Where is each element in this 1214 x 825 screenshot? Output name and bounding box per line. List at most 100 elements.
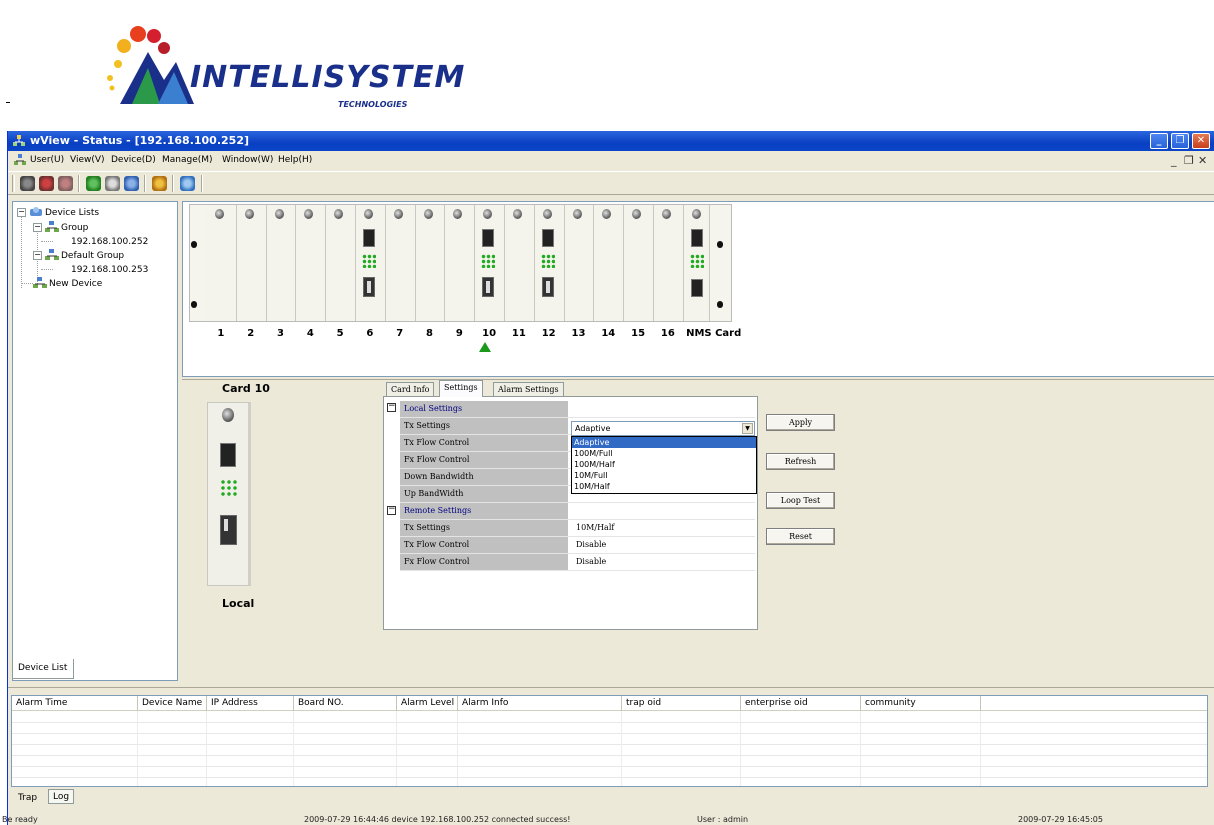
table-row[interactable] <box>12 723 1207 734</box>
table-row[interactable] <box>12 756 1207 767</box>
minimize-button[interactable]: _ <box>1150 133 1168 149</box>
close-button[interactable]: ✕ <box>1192 133 1210 149</box>
reset-button[interactable]: Reset <box>766 528 835 545</box>
tree-group-toggle[interactable]: − <box>33 223 42 232</box>
table-row[interactable] <box>12 767 1207 778</box>
column-header[interactable]: Alarm Level <box>397 696 458 711</box>
card-side-label: Local <box>222 597 255 610</box>
column-header[interactable]: Alarm Info <box>458 696 622 711</box>
rack-slot-15[interactable] <box>624 205 654 321</box>
menu-user[interactable]: User(U) <box>30 155 64 165</box>
loop-test-button[interactable]: Loop Test <box>766 492 835 509</box>
apply-button[interactable]: Apply <box>766 414 835 431</box>
menu-device[interactable]: Device(D) <box>111 155 156 165</box>
menu-window[interactable]: Window(W) <box>222 155 273 165</box>
menu-help[interactable]: Help(H) <box>278 155 312 165</box>
refresh-icon[interactable] <box>105 176 120 191</box>
tree-item-default-group[interactable]: Default Group <box>61 251 124 261</box>
mdi-restore-button[interactable]: ❐ <box>1184 154 1194 167</box>
column-divider <box>980 711 981 786</box>
mdi-close-button[interactable]: ✕ <box>1198 154 1207 167</box>
option-100m-half[interactable]: 100M/Half <box>572 459 756 470</box>
maximize-button[interactable]: ❐ <box>1171 133 1189 149</box>
rack-slot-1[interactable] <box>207 205 237 321</box>
option-100m-full[interactable]: 100M/Full <box>572 448 756 459</box>
label-remote-tx-settings: Tx Settings <box>400 520 568 536</box>
tree-item-device-253[interactable]: 192.168.100.253 <box>71 265 148 275</box>
slot-screw-icon <box>602 209 612 219</box>
tree-item-new-device[interactable]: New Device <box>49 279 102 289</box>
add-device-icon[interactable] <box>58 176 73 191</box>
forward-icon[interactable] <box>86 176 101 191</box>
tab-settings[interactable]: Settings <box>439 380 483 397</box>
slot-rj45-port <box>541 229 554 247</box>
tx-settings-select[interactable]: Adaptive ▼ <box>571 421 755 436</box>
connect-icon[interactable] <box>20 176 35 191</box>
column-header[interactable]: Alarm Time <box>12 696 138 711</box>
tree-collapse-toggle[interactable]: − <box>17 208 26 217</box>
toolbar-grip[interactable] <box>12 175 15 192</box>
option-10m-full[interactable]: 10M/Full <box>572 470 756 481</box>
tab-device-list[interactable]: Device List <box>12 659 74 679</box>
column-header[interactable]: enterprise oid <box>741 696 861 711</box>
search-icon[interactable] <box>124 176 139 191</box>
tab-trap[interactable]: Trap <box>14 791 41 806</box>
tree-item-device-252[interactable]: 192.168.100.252 <box>71 237 148 247</box>
row-remote-tx-settings[interactable]: Tx Settings 10M/Half <box>400 520 755 537</box>
rack-slot-9[interactable] <box>445 205 476 321</box>
slot-rj45-port <box>363 229 375 247</box>
rack-slot-8[interactable] <box>415 205 446 321</box>
rack-slot-nms-card[interactable] <box>683 205 710 321</box>
table-row[interactable] <box>12 778 1207 786</box>
tab-alarm-settings[interactable]: Alarm Settings <box>493 382 564 397</box>
rack-slot-2[interactable] <box>236 205 267 321</box>
card-title: Card 10 <box>222 382 270 395</box>
table-row[interactable] <box>12 745 1207 756</box>
menu-view[interactable]: View(V) <box>70 155 105 165</box>
default-group-icon <box>45 249 59 260</box>
rack-slot-12[interactable] <box>534 205 565 321</box>
column-header[interactable]: Board NO. <box>294 696 397 711</box>
rack-slot-4[interactable] <box>296 205 327 321</box>
tree-item-group[interactable]: Group <box>61 223 88 233</box>
horizontal-splitter[interactable] <box>182 377 1214 380</box>
rack-slot-10[interactable] <box>475 205 505 321</box>
row-remote-settings[interactable]: Remote Settings <box>400 503 755 520</box>
mdi-minimize-button[interactable]: _ <box>1171 154 1177 167</box>
rack-slot-5[interactable] <box>326 205 356 321</box>
disconnect-icon[interactable] <box>39 176 54 191</box>
column-header[interactable]: community <box>861 696 981 711</box>
row-local-settings[interactable]: Local Settings <box>400 401 755 418</box>
rack-slot-7[interactable] <box>385 205 416 321</box>
row-remote-tx-flow[interactable]: Tx Flow Control Disable <box>400 537 755 554</box>
option-adaptive[interactable]: Adaptive <box>572 437 756 448</box>
column-header[interactable]: Device Name <box>138 696 207 711</box>
column-header[interactable]: IP Address <box>207 696 294 711</box>
title-bar[interactable]: wView - Status - [192.168.100.252] _ ❐ ✕ <box>8 131 1214 151</box>
tab-log[interactable]: Log <box>48 789 75 804</box>
rack-slot-16[interactable] <box>654 205 684 321</box>
tree-default-group-toggle[interactable]: − <box>33 251 42 260</box>
remote-collapse-toggle[interactable]: − <box>387 505 396 515</box>
table-row[interactable] <box>12 734 1207 745</box>
rack-slot-13[interactable] <box>564 205 595 321</box>
local-collapse-toggle[interactable]: − <box>387 402 396 412</box>
rack-slot-6[interactable] <box>356 205 386 321</box>
rack-slot-3[interactable] <box>266 205 297 321</box>
menu-manage[interactable]: Manage(M) <box>162 155 213 165</box>
table-row[interactable] <box>12 712 1207 723</box>
slot-fiber-port <box>363 277 375 297</box>
refresh-button[interactable]: Refresh <box>766 453 835 470</box>
rack-slot-11[interactable] <box>505 205 535 321</box>
info-icon[interactable] <box>180 176 195 191</box>
column-header[interactable]: trap oid <box>622 696 741 711</box>
dropdown-arrow-icon[interactable]: ▼ <box>742 423 753 434</box>
tree-root-device-lists[interactable]: Device Lists <box>45 208 99 218</box>
option-10m-half[interactable]: 10M/Half <box>572 481 756 492</box>
tab-card-info[interactable]: Card Info <box>386 382 435 397</box>
rack-slot-14[interactable] <box>594 205 625 321</box>
device-tree: − Device Lists − Group 192.168.100.252 −… <box>12 201 178 681</box>
alarm-icon[interactable] <box>152 176 167 191</box>
row-remote-fx-flow[interactable]: Fx Flow Control Disable <box>400 554 755 571</box>
mdi-child-icon[interactable] <box>13 153 27 167</box>
